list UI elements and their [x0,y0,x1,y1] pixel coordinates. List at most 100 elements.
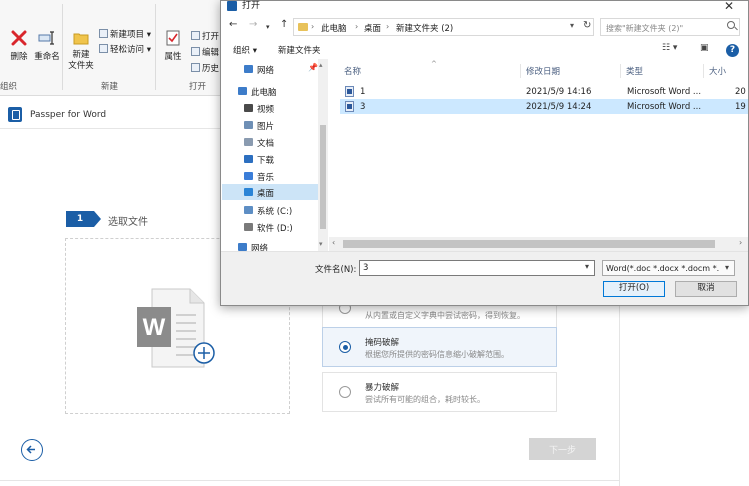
nav-item-music[interactable]: 音乐 [222,168,319,184]
column-header-type[interactable]: 类型 [626,65,643,77]
new-item-button[interactable]: 新建项目 ▾ [99,28,151,40]
nav-item-pictures[interactable]: 图片 [222,117,319,133]
new-item-icon [99,29,108,38]
nav-item-network[interactable]: 网络 [222,239,319,251]
method-title: 暴力破解 [365,383,400,393]
method-radio[interactable] [339,341,351,353]
scroll-up-icon[interactable]: ▴ [319,61,323,69]
search-placeholder: 搜索"新建文件夹 (2)" [606,24,684,33]
view-options-icon[interactable]: ☷ ▾ [662,43,677,53]
scroll-left-icon[interactable]: ‹ [332,238,335,247]
address-dropdown-icon[interactable]: ▾ [570,21,574,30]
column-separator[interactable] [703,64,704,78]
nav-item-label: 软件 (D:) [257,224,293,234]
method-desc: 根据您所提供的密码信息缩小破解范围。 [365,350,509,359]
rename-button[interactable]: 重命名 [34,30,60,62]
word-document-icon [345,86,354,97]
dialog-titlebar: 打开 ✕ [221,0,748,15]
rename-icon [38,31,54,45]
recent-locations-chevron-icon[interactable]: ▾ [266,21,270,33]
nav-pane-scrollbar[interactable]: ▴ ▾ [318,59,328,251]
cancel-button[interactable]: 取消 [675,281,737,297]
forward-arrow-icon[interactable]: → [249,19,257,31]
next-button[interactable]: 下一步 [529,438,596,460]
file-row[interactable]: 1 2021/5/9 14:16 Microsoft Word ... 20 [340,84,748,99]
nav-item-documents[interactable]: 文档 [222,134,319,150]
delete-icon [11,30,27,46]
file-name: 1 [360,87,366,97]
nav-item-drive-d[interactable]: 软件 (D:) [222,219,319,235]
scroll-down-icon[interactable]: ▾ [319,240,323,248]
scroll-right-icon[interactable]: › [739,238,742,247]
properties-icon [166,30,180,46]
filename-input[interactable]: 3 [359,260,595,276]
app-border [0,480,620,481]
new-folder-icon [73,33,89,45]
nav-item-videos[interactable]: 视频 [222,100,319,116]
svg-text:W: W [143,314,166,341]
desktop-folder-icon [244,188,253,196]
back-arrow-icon[interactable]: ← [229,19,237,31]
new-folder-dialog-button[interactable]: 新建文件夹 [278,44,321,56]
nav-item-label: 网络 [257,66,275,76]
ribbon-history-button[interactable]: 历史 [191,62,219,74]
search-input[interactable]: 搜索"新建文件夹 (2)" [600,18,740,36]
nav-item-label: 视频 [257,105,275,115]
group-new-label: 新建 [101,82,119,92]
up-arrow-icon[interactable]: ↑ [280,19,288,31]
refresh-icon[interactable]: ↻ [583,20,591,31]
filename-dropdown-icon[interactable]: ▾ [585,262,589,271]
breadcrumb-new-folder[interactable]: 新建文件夹 (2) [396,22,453,34]
file-date: 2021/5/9 14:24 [526,102,592,112]
preview-pane-icon[interactable]: ▣ [700,43,709,53]
nav-item-desktop[interactable]: 桌面 [222,184,319,200]
ribbon-open-button[interactable]: 打开 [191,30,219,42]
column-separator[interactable] [520,64,521,78]
new-item-label: 新建项目 [110,30,145,40]
organize-button[interactable]: 组织 ▾ [233,44,257,56]
documents-folder-icon [244,138,253,146]
dialog-command-bar: 组织 ▾ 新建文件夹 ☷ ▾ ▣ [221,39,748,59]
close-icon[interactable]: ✕ [724,0,734,13]
search-icon [727,21,735,29]
column-header-size[interactable]: 大小 [709,65,726,77]
column-separator[interactable] [620,64,621,78]
dialog-title: 打开 [242,1,261,11]
ribbon-open-label: 打开 [202,32,220,42]
navigation-pane: 网络 📌 此电脑 视频 图片 文档 下载 音乐 桌面 系统 (C:) 软件 (D… [222,59,329,251]
properties-button[interactable]: 属性 [162,30,184,62]
breadcrumb-desktop[interactable]: 桌面 [364,22,381,34]
group-open-label: 打开 [189,82,207,92]
scrollbar-thumb[interactable] [343,240,715,248]
column-header-name[interactable]: 名称 [344,65,361,77]
column-header-date[interactable]: 修改日期 [526,65,560,77]
scrollbar-thumb[interactable] [320,125,326,229]
filetype-select[interactable]: Word(*.doc *.docx *.docm *. ▾ [602,260,735,276]
word-add-file-icon: W [137,288,215,368]
nav-item-drive-c[interactable]: 系统 (C:) [222,202,319,218]
help-icon[interactable]: ? [726,44,739,57]
nav-item-network-top[interactable]: 网络 📌 [222,61,319,77]
pictures-folder-icon [244,121,253,129]
filetype-value: Word(*.doc *.docx *.docm *. [606,264,720,273]
ribbon-edit-button[interactable]: 编辑 [191,46,219,58]
nav-item-this-pc[interactable]: 此电脑 [222,83,319,99]
nav-item-downloads[interactable]: 下载 [222,151,319,167]
easy-access-button[interactable]: 轻松访问 ▾ [99,43,151,55]
network-icon [244,65,253,73]
file-row[interactable]: 3 2021/5/9 14:24 Microsoft Word ... 19 [340,99,748,114]
ribbon-edit-label: 编辑 [202,48,220,58]
open-button[interactable]: 打开(O) [603,281,665,297]
method-brute-force[interactable]: 暴力破解 尝试所有可能的组合，耗时较长。 [322,372,557,412]
history-icon [191,63,200,72]
method-mask-attack[interactable]: 掩码破解 根据您所提供的密码信息缩小破解范围。 [322,327,557,367]
address-bar[interactable]: › 此电脑 › 桌面 › 新建文件夹 (2) ▾ [293,18,594,36]
delete-button[interactable]: 删除 [8,30,30,62]
back-button[interactable] [21,439,43,461]
file-list-scrollbar[interactable]: ‹ › [329,237,748,251]
breadcrumb-this-pc[interactable]: 此电脑 [321,22,347,34]
method-radio[interactable] [339,386,351,398]
nav-item-label: 图片 [257,122,275,132]
video-folder-icon [244,104,253,112]
new-folder-button[interactable]: 新建 文件夹 [68,30,94,72]
